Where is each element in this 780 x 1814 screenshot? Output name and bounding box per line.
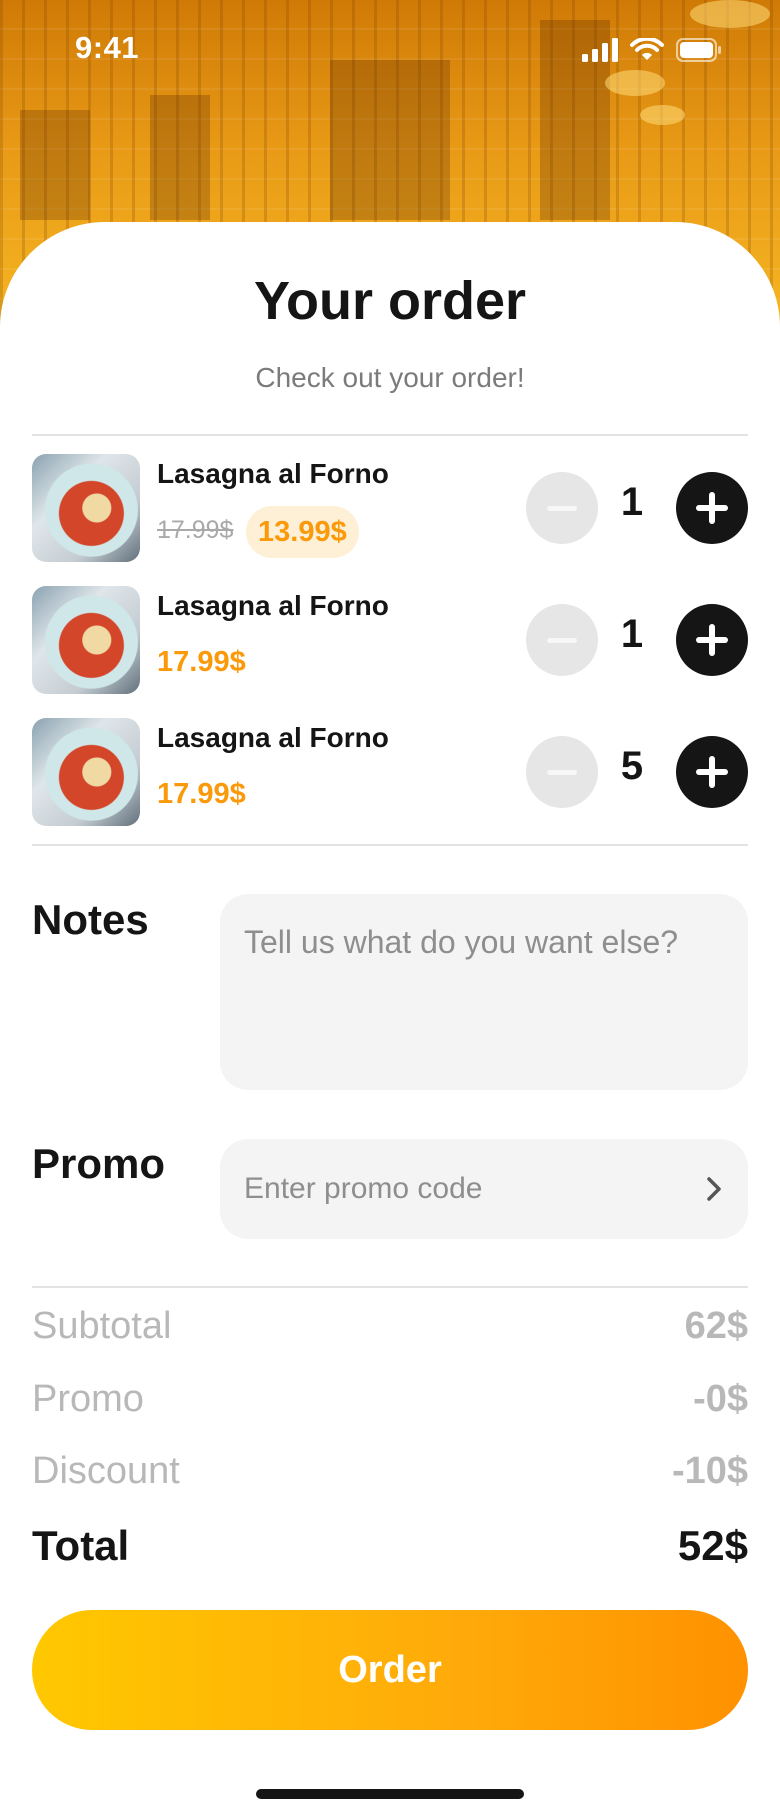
decrease-quantity-button[interactable] xyxy=(526,736,598,808)
order-item: Lasagna al Forno 17.99$ 5 xyxy=(32,718,748,828)
item-price: 17.99$ xyxy=(157,778,246,810)
decrease-quantity-button[interactable] xyxy=(526,604,598,676)
decrease-quantity-button[interactable] xyxy=(526,472,598,544)
promo-summary-value: -0$ xyxy=(693,1378,748,1420)
increase-quantity-button[interactable] xyxy=(676,736,748,808)
item-quantity: 1 xyxy=(620,480,644,524)
increase-quantity-button[interactable] xyxy=(676,472,748,544)
order-button[interactable]: Order xyxy=(32,1610,748,1730)
item-sale-price-badge: 13.99$ xyxy=(246,506,359,558)
divider-items xyxy=(32,844,748,846)
divider-summary xyxy=(32,1286,748,1288)
item-old-price: 17.99$ xyxy=(157,516,234,544)
subtotal-value: 62$ xyxy=(684,1305,748,1347)
order-item: Lasagna al Forno 17.99$ 1 xyxy=(32,586,748,696)
notes-label: Notes xyxy=(32,896,149,943)
promo-row: Promo -0$ xyxy=(32,1378,748,1421)
promo-summary-label: Promo xyxy=(32,1378,144,1420)
item-thumbnail xyxy=(32,718,140,826)
home-indicator xyxy=(256,1789,524,1799)
notes-input[interactable]: Tell us what do you want else? xyxy=(220,894,748,1090)
order-item: Lasagna al Forno 17.99$ 13.99$ 1 xyxy=(32,454,748,564)
minus-icon xyxy=(547,769,577,775)
item-name: Lasagna al Forno xyxy=(157,458,389,489)
promo-placeholder: Enter promo code xyxy=(244,1172,483,1205)
item-thumbnail xyxy=(32,586,140,694)
page-title: Your order xyxy=(253,271,527,331)
subtotal-row: Subtotal 62$ xyxy=(32,1305,748,1348)
wifi-icon xyxy=(630,38,664,60)
item-thumbnail xyxy=(32,454,140,562)
chevron-right-icon[interactable] xyxy=(704,1174,724,1204)
subtotal-label: Subtotal xyxy=(32,1305,172,1347)
item-name: Lasagna al Forno xyxy=(157,722,389,753)
status-time: 9:41 xyxy=(75,30,140,65)
promo-label: Promo xyxy=(32,1140,166,1187)
minus-icon xyxy=(547,637,577,643)
item-price: 17.99$ xyxy=(157,646,246,678)
total-row: Total 52$ xyxy=(32,1522,748,1570)
minus-icon xyxy=(547,505,577,511)
increase-quantity-button[interactable] xyxy=(676,604,748,676)
discount-label: Discount xyxy=(32,1450,180,1492)
page-subtitle: Check out your order! xyxy=(255,362,525,393)
discount-value: -10$ xyxy=(671,1450,748,1492)
item-name: Lasagna al Forno xyxy=(157,590,389,621)
promo-code-input[interactable]: Enter promo code xyxy=(220,1139,748,1239)
status-icons xyxy=(582,38,722,62)
total-label: Total xyxy=(32,1522,130,1569)
item-sale-price: 13.99$ xyxy=(258,515,347,548)
item-quantity: 5 xyxy=(620,744,644,788)
discount-row: Discount -10$ xyxy=(32,1450,748,1493)
total-value: 52$ xyxy=(677,1522,748,1569)
battery-icon xyxy=(676,38,721,62)
item-quantity: 1 xyxy=(620,612,644,656)
divider-top xyxy=(32,434,748,436)
signal-icon xyxy=(582,38,618,62)
